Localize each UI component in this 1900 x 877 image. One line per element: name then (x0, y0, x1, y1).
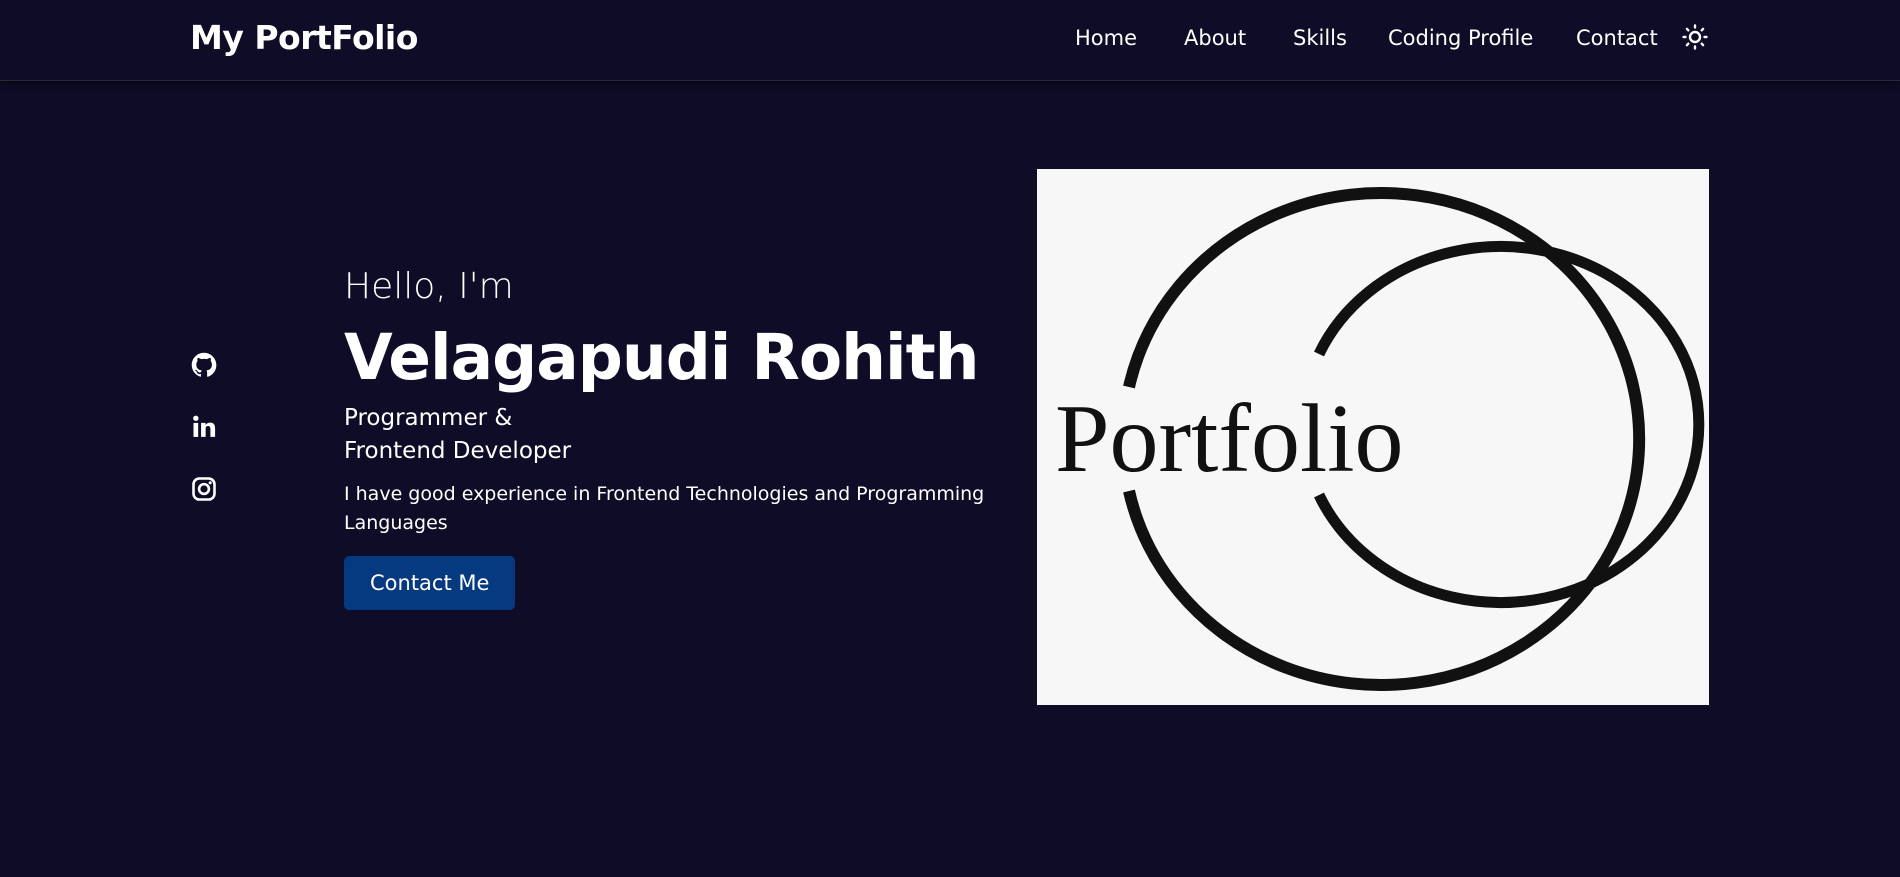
instagram-icon[interactable] (190, 475, 218, 503)
hero-role: Programmer & Frontend Developer (344, 402, 1004, 468)
site-header: My PortFolio Home About Skills Coding Pr… (0, 0, 1900, 81)
linkedin-icon[interactable] (190, 413, 218, 441)
nav-item-contact[interactable]: Contact (1576, 26, 1658, 50)
hero-intro: Hello, I'm Velagapudi Rohith Programmer … (344, 258, 1004, 610)
hero-name: Velagapudi Rohith (344, 321, 980, 394)
site-logo[interactable]: My PortFolio (190, 18, 418, 57)
nav-item-skills[interactable]: Skills (1293, 26, 1347, 50)
contact-me-button[interactable]: Contact Me (344, 556, 516, 610)
github-icon[interactable] (190, 351, 218, 379)
hero-greeting: Hello, I'm (344, 266, 514, 307)
portfolio-logo-text: Portfolio (1055, 385, 1403, 493)
nav-item-home[interactable]: Home (1075, 26, 1137, 50)
hero-description: I have good experience in Frontend Techn… (344, 483, 985, 534)
nav-item-about[interactable]: About (1184, 26, 1246, 50)
hero-role-line-2: Frontend Developer (344, 438, 572, 464)
hero-role-line-1: Programmer & (344, 405, 513, 431)
sun-icon[interactable] (1682, 24, 1708, 50)
nav-item-coding-profile[interactable]: Coding Profile (1388, 26, 1533, 50)
portfolio-logo-image: Portfolio (1037, 169, 1709, 705)
